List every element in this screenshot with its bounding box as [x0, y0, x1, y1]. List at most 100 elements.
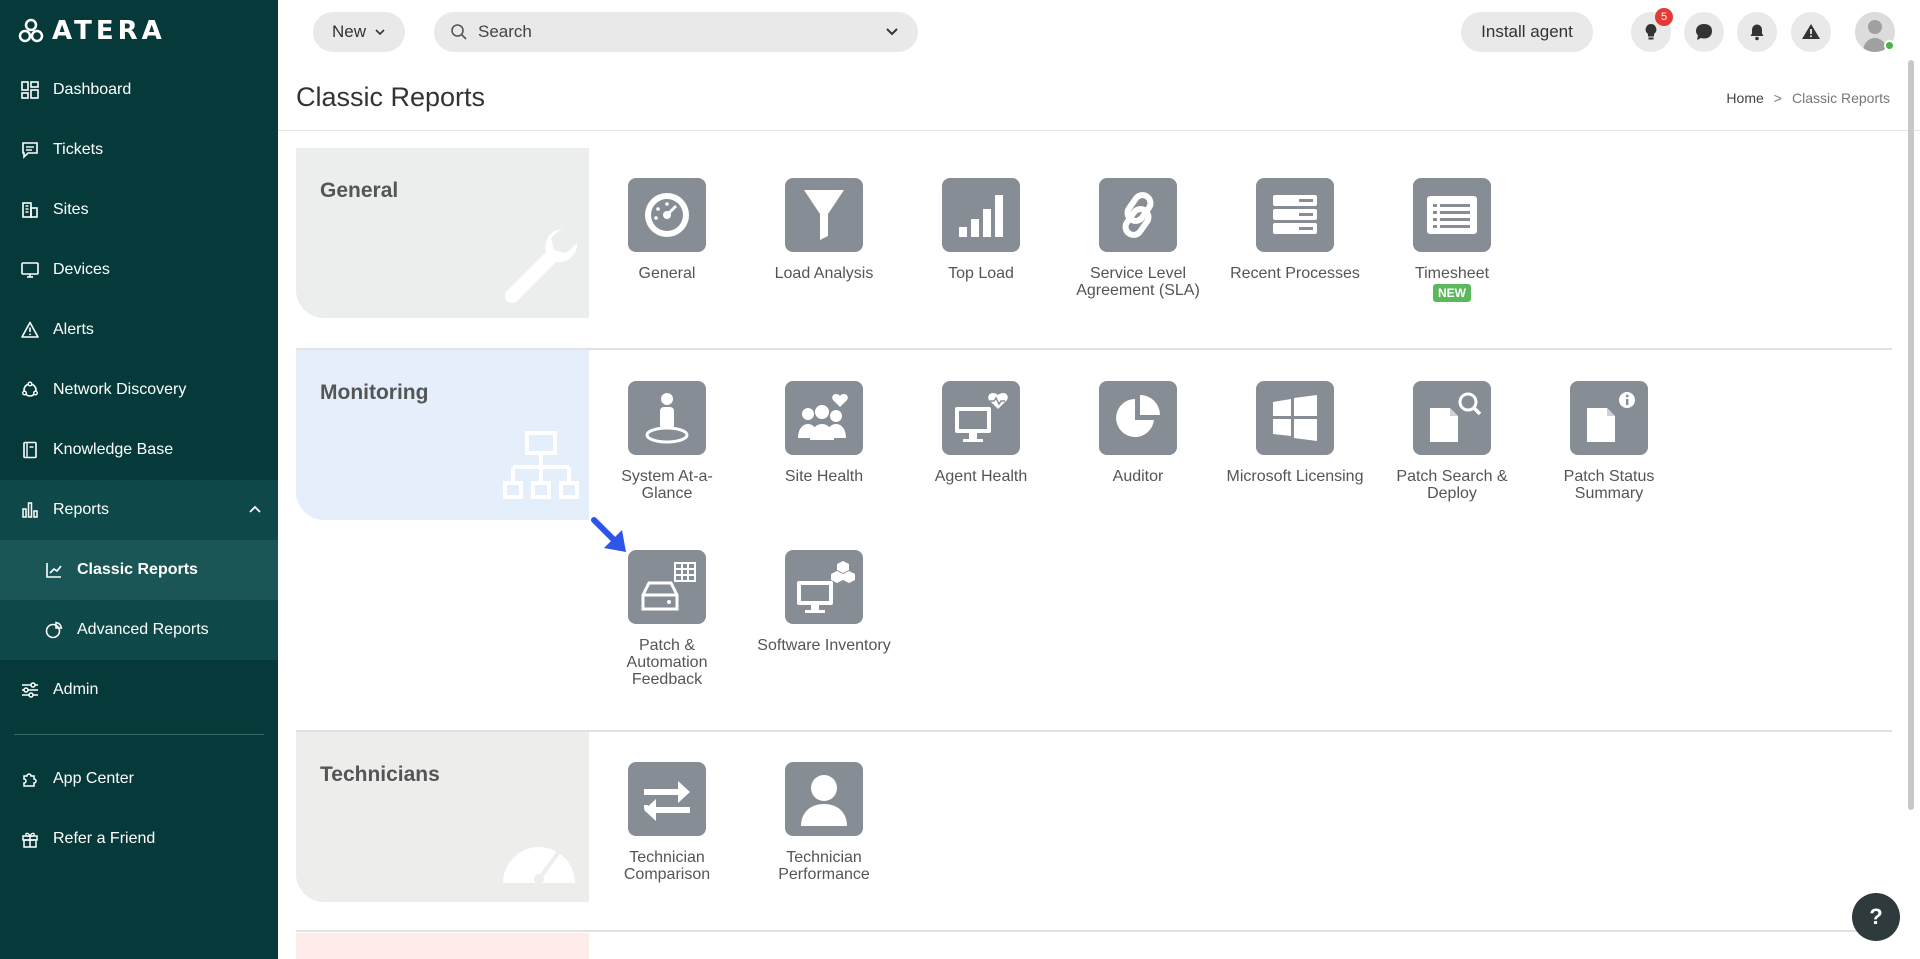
sidebar-item-devices[interactable]: Devices [0, 240, 278, 300]
bar-chart-icon [942, 178, 1020, 252]
report-tile-auditor[interactable]: Auditor [1068, 381, 1208, 485]
windows-icon [1256, 381, 1334, 455]
report-tile-patch-automation-feedback[interactable]: Patch & Automation Feedback [597, 550, 737, 688]
document-info-icon [1570, 381, 1648, 455]
alerts-button[interactable] [1791, 12, 1831, 52]
report-tile-load-analysis[interactable]: Load Analysis [754, 178, 894, 282]
warning-icon [1802, 24, 1820, 39]
lightbulb-button[interactable]: 5 [1631, 8, 1673, 52]
knowledge-base-icon [20, 440, 40, 460]
tile-label: Agent Health [934, 468, 1028, 485]
section-monitoring: Monitoring System At-a-Glance Site Healt… [296, 350, 1892, 732]
reports-icon [20, 500, 40, 520]
logo-icon [18, 18, 44, 43]
section-general: General General Load Analysis Top Load S… [296, 148, 1892, 350]
report-tile-patch-search-deploy[interactable]: Patch Search & Deploy [1382, 381, 1522, 502]
timesheet-icon [1413, 178, 1491, 252]
report-tile-technician-performance[interactable]: Technician Performance [754, 762, 894, 883]
chevron-up-icon[interactable] [248, 502, 262, 521]
sidebar: ATERA Dashboard Tickets Sites Devices Al… [0, 0, 278, 959]
breadcrumb: Home > Classic Reports [1726, 90, 1890, 106]
tile-label: Technician Comparison [623, 849, 711, 883]
section-general-label: General [296, 148, 589, 318]
help-button[interactable]: ? [1852, 893, 1900, 941]
sidebar-subitem-label: Advanced Reports [77, 621, 209, 638]
sidebar-item-network-discovery[interactable]: Network Discovery [0, 360, 278, 420]
tile-label: Load Analysis [774, 265, 874, 282]
monitor-heart-icon [942, 381, 1020, 455]
sidebar-item-app-center[interactable]: App Center [0, 749, 278, 809]
sidebar-item-label: Tickets [53, 141, 104, 158]
sidebar-subitem-advanced-reports[interactable]: Advanced Reports [0, 600, 278, 660]
breadcrumb-home[interactable]: Home [1726, 90, 1763, 106]
section-divider [296, 930, 1892, 932]
chat-button[interactable] [1684, 12, 1724, 52]
sidebar-item-tickets[interactable]: Tickets [0, 120, 278, 180]
chevron-down-icon[interactable] [884, 24, 900, 45]
report-tile-site-health[interactable]: Site Health [754, 381, 894, 485]
gauge-icon [499, 827, 579, 892]
report-tile-system-at-a-glance[interactable]: System At-a-Glance [597, 381, 737, 502]
compare-arrows-icon [628, 762, 706, 836]
chevron-down-icon [375, 29, 385, 36]
tile-label: Patch & Automation Feedback [626, 637, 708, 688]
atera-logo[interactable]: ATERA [18, 18, 166, 44]
sidebar-item-alerts[interactable]: Alerts [0, 300, 278, 360]
report-tile-microsoft-licensing[interactable]: Microsoft Licensing [1225, 381, 1365, 485]
report-tile-software-inventory[interactable]: Software Inventory [754, 550, 894, 654]
tile-label: Recent Processes [1230, 265, 1360, 282]
report-tile-technician-comparison[interactable]: Technician Comparison [597, 762, 737, 883]
section-technicians: Technicians Technician Comparison Techni… [296, 732, 1892, 932]
sites-icon [20, 200, 40, 220]
sidebar-item-dashboard[interactable]: Dashboard [0, 60, 278, 120]
speedometer-icon [628, 178, 706, 252]
vertical-scrollbar[interactable] [1908, 60, 1914, 810]
tile-label: Technician Performance [778, 849, 870, 883]
sidebar-item-label: Admin [53, 681, 99, 698]
new-button-label: New [331, 22, 366, 41]
report-tile-top-load[interactable]: Top Load [911, 178, 1051, 282]
breadcrumb-separator: > [1773, 90, 1782, 106]
sidebar-subitem-label: Classic Reports [77, 561, 198, 578]
report-tile-recent-processes[interactable]: Recent Processes [1225, 178, 1365, 282]
tile-label: Software Inventory [757, 637, 891, 654]
header-divider [278, 130, 1920, 131]
search-placeholder: Search [478, 22, 532, 41]
report-tile-timesheet[interactable]: Timesheet NEW [1382, 178, 1522, 302]
advanced-reports-icon [44, 620, 64, 640]
sidebar-item-reports[interactable]: Reports [0, 480, 278, 540]
sidebar-item-label: Devices [53, 261, 110, 278]
tile-label: Patch Status Summary [1563, 468, 1655, 502]
sidebar-item-label: Network Discovery [53, 381, 187, 398]
notifications-button[interactable] [1737, 12, 1777, 52]
sidebar-subitem-classic-reports[interactable]: Classic Reports [0, 540, 278, 600]
report-tile-sla[interactable]: Service Level Agreement (SLA) [1068, 178, 1208, 299]
tile-label: Timesheet [1414, 265, 1490, 282]
report-tile-agent-health[interactable]: Agent Health [911, 381, 1051, 485]
sidebar-item-label: Dashboard [53, 81, 132, 98]
sidebar-item-knowledge-base[interactable]: Knowledge Base [0, 420, 278, 480]
tile-label: Service Level Agreement (SLA) [1076, 265, 1200, 299]
monitor-boxes-icon [785, 550, 863, 624]
search-icon [450, 23, 468, 41]
new-button[interactable]: New [313, 12, 405, 52]
online-status-dot [1884, 40, 1895, 51]
sidebar-item-admin[interactable]: Admin [0, 660, 278, 720]
sidebar-item-refer-a-friend[interactable]: Refer a Friend [0, 809, 278, 869]
network-discovery-icon [20, 380, 40, 400]
admin-icon [20, 680, 40, 700]
group-heart-icon [785, 381, 863, 455]
pointer-arrow-icon [590, 516, 630, 561]
search-input[interactable]: Search [434, 12, 918, 52]
network-hierarchy-icon [503, 429, 579, 510]
app-center-icon [20, 769, 40, 789]
next-section-label [296, 933, 589, 959]
chat-icon [1696, 24, 1712, 40]
sidebar-item-sites[interactable]: Sites [0, 180, 278, 240]
tile-label: System At-a-Glance [621, 468, 713, 502]
alerts-icon [20, 320, 40, 340]
install-agent-button[interactable]: Install agent [1461, 12, 1593, 52]
report-tile-general[interactable]: General [597, 178, 737, 282]
link-icon [1099, 178, 1177, 252]
report-tile-patch-status-summary[interactable]: Patch Status Summary [1539, 381, 1679, 502]
